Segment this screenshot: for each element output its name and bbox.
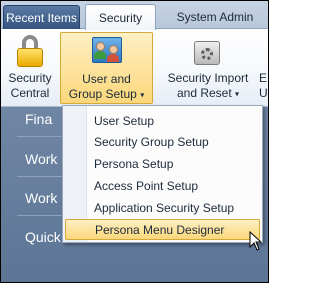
partial-label-line2: U [259, 86, 268, 100]
menu-item-security-group-setup[interactable]: Security Group Setup [65, 131, 260, 152]
partial-icon [259, 35, 268, 67]
application-window: Recent Items Security System Admin Secur… [0, 0, 269, 283]
user-and-group-setup-label-line2: Group Setup ▾ [68, 87, 145, 101]
dropdown-caret-icon: ▾ [235, 89, 240, 99]
menu-item-application-security-setup[interactable]: Application Security Setup [65, 197, 260, 218]
security-import-label-line2: and Reset ▾ [176, 86, 240, 100]
user-and-group-setup-menu: User Setup Security Group Setup Persona … [62, 105, 263, 243]
ribbon-tab-strip: Recent Items Security System Admin [1, 1, 268, 30]
gear-icon [192, 35, 224, 67]
menu-item-access-point-setup[interactable]: Access Point Setup [65, 175, 260, 196]
user-group-icon [91, 36, 123, 68]
partial-ribbon-button[interactable]: E U [259, 32, 268, 104]
tab-security[interactable]: Security [85, 4, 156, 30]
security-import-and-reset-button[interactable]: Security Import and Reset ▾ [159, 32, 257, 104]
nav-item[interactable]: Work [25, 151, 57, 167]
nav-item[interactable]: Work [25, 190, 57, 206]
dropdown-caret-icon: ▾ [140, 90, 145, 100]
lock-icon [14, 35, 46, 67]
nav-item[interactable]: Quick [25, 229, 61, 245]
mouse-cursor-icon [249, 231, 263, 251]
menu-item-user-setup[interactable]: User Setup [65, 110, 260, 131]
tab-recent-items[interactable]: Recent Items [3, 5, 80, 29]
menu-item-persona-menu-designer[interactable]: Persona Menu Designer [65, 219, 260, 240]
menu-item-persona-setup[interactable]: Persona Setup [65, 153, 260, 174]
partial-label-line1: E [259, 71, 268, 85]
security-import-label-line1: Security Import [167, 71, 249, 85]
security-central-button[interactable]: Security Central [3, 32, 57, 104]
security-central-label-line2: Central [10, 86, 50, 100]
security-central-label-line1: Security [8, 71, 52, 85]
ribbon-panel: Security Central User and Group Setup ▾ [1, 29, 268, 107]
user-and-group-setup-label-line1: User and [82, 72, 131, 86]
user-and-group-setup-button[interactable]: User and Group Setup ▾ [60, 32, 153, 104]
nav-item[interactable]: Fina [25, 111, 52, 127]
tab-system-admin[interactable]: System Admin [162, 4, 268, 29]
